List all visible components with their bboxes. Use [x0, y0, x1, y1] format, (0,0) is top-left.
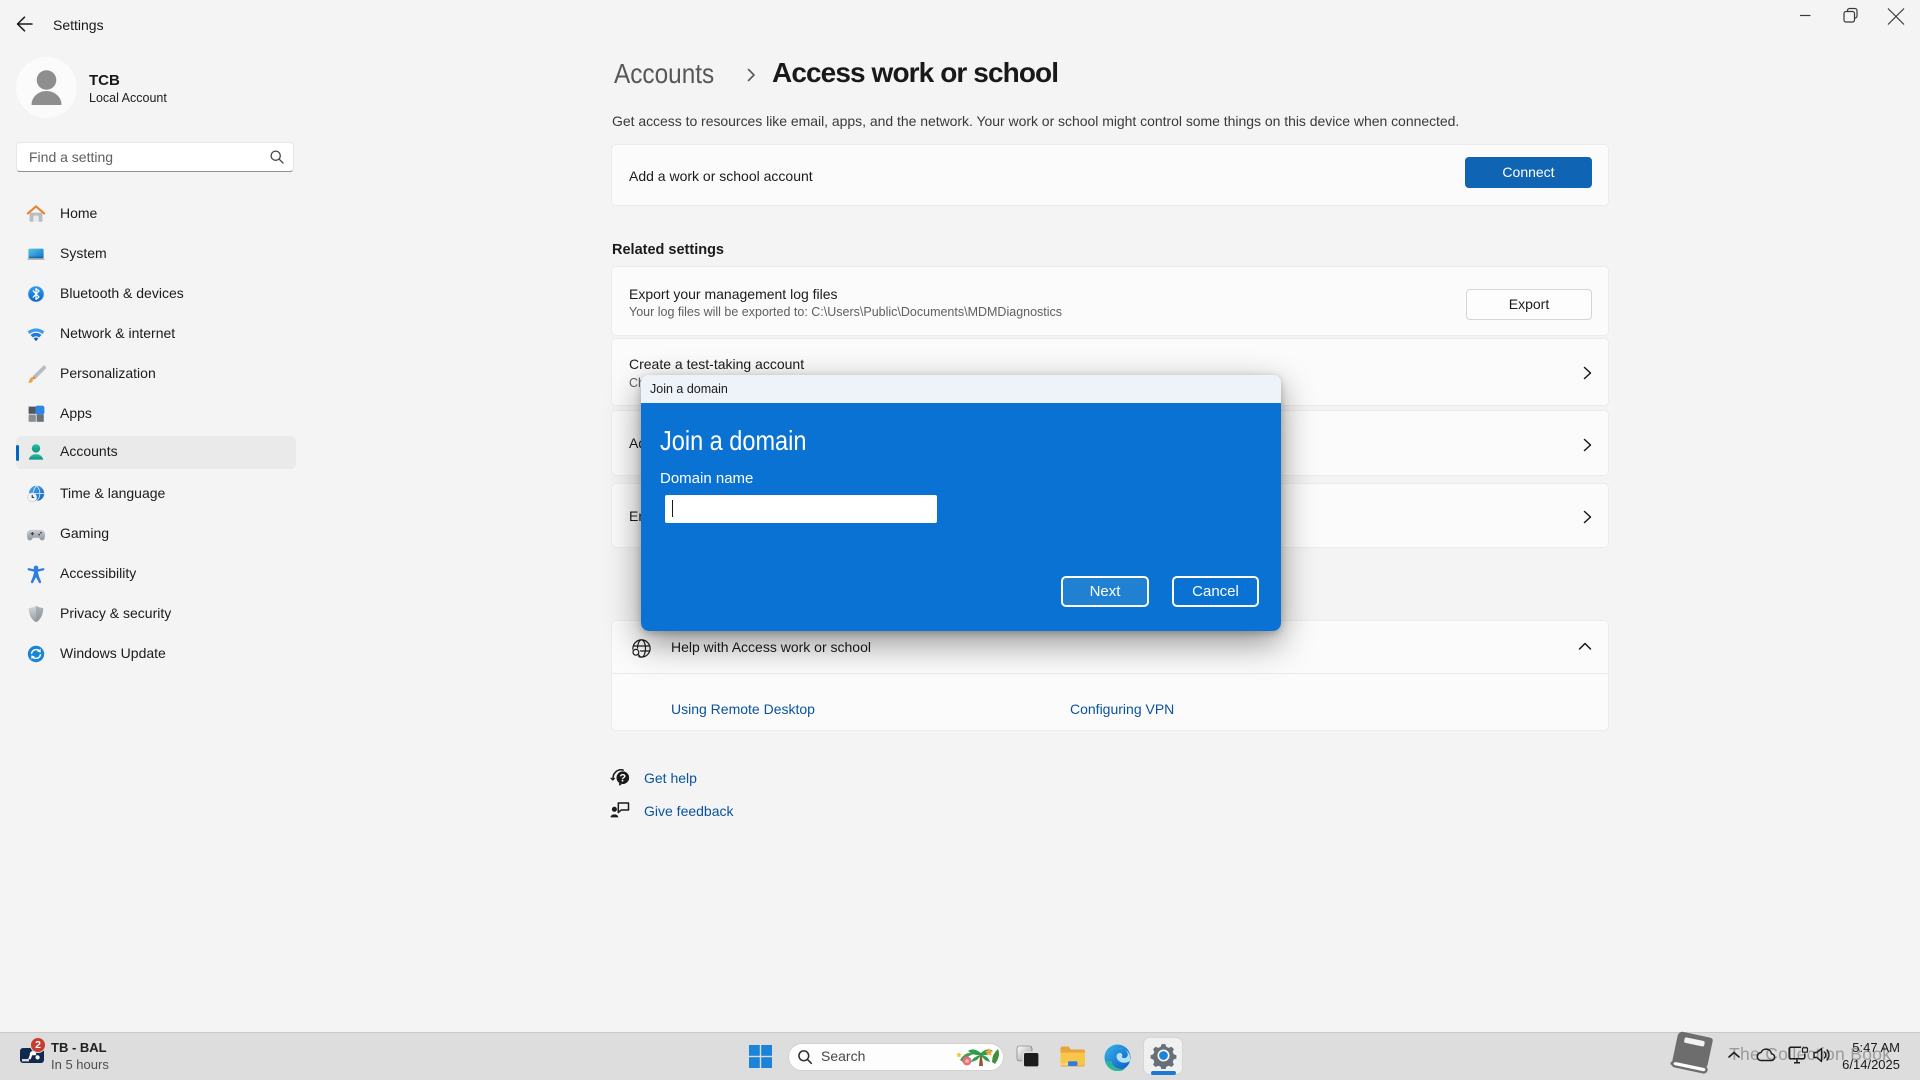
svg-text:?: ? [619, 773, 626, 785]
